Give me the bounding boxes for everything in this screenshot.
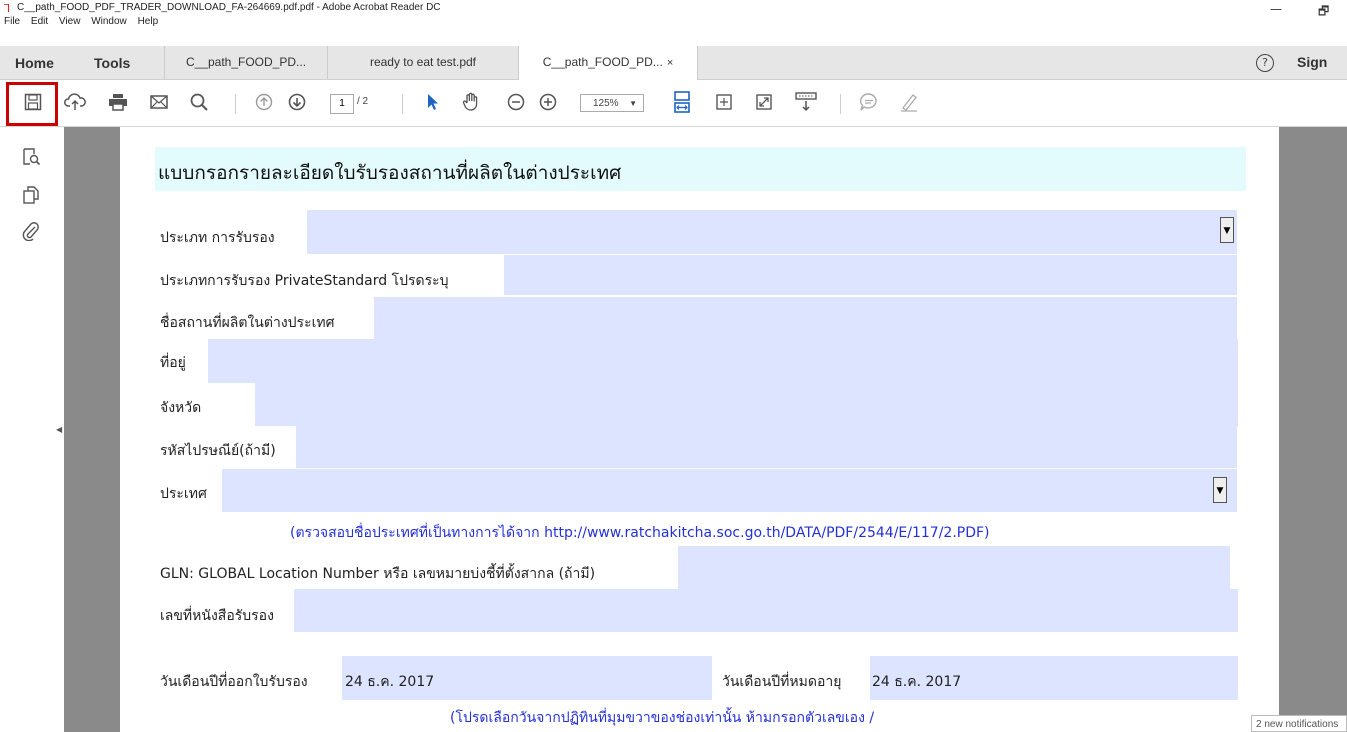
paperclip-icon[interactable] xyxy=(20,221,42,243)
document-tab-3[interactable]: C__path_FOOD_PD... × xyxy=(518,46,698,80)
facility-name-field[interactable] xyxy=(374,297,1237,340)
page-down-icon[interactable] xyxy=(286,91,308,113)
zoom-value: 125% xyxy=(593,98,619,109)
page-up-icon[interactable] xyxy=(253,91,275,113)
gln-field[interactable] xyxy=(678,546,1230,589)
facility-name-label: ชื่อสถานที่ผลิตในต่างประเทศ xyxy=(160,315,335,331)
minimize-button[interactable]: — xyxy=(1270,2,1282,16)
cert-type-dropdown-button[interactable]: ▼ xyxy=(1220,217,1234,243)
menu-bar: File Edit View Window Help xyxy=(0,16,162,30)
hand-icon[interactable] xyxy=(460,91,482,113)
notification-toast[interactable]: 2 new notifications xyxy=(1251,715,1347,732)
read-mode-icon[interactable] xyxy=(795,91,817,113)
search-icon[interactable] xyxy=(188,91,210,113)
expiry-date-label: วันเดือนปีที่หมดอายุ xyxy=(722,674,842,690)
pdf-page: แบบกรอกรายละเอียดใบรับรองสถานที่ผลิตในต่… xyxy=(120,127,1279,732)
issue-date-value: 24 ธ.ค. 2017 xyxy=(345,674,435,690)
menu-file[interactable]: File xyxy=(4,16,20,27)
help-icon[interactable]: ? xyxy=(1256,54,1274,72)
toolbar-divider xyxy=(402,94,403,114)
menu-edit[interactable]: Edit xyxy=(31,16,48,27)
postcode-field[interactable] xyxy=(296,425,1237,468)
toolbar-divider xyxy=(840,94,841,114)
cert-type-label: ประเภท การรับรอง xyxy=(160,230,275,246)
country-dropdown-button[interactable]: ▼ xyxy=(1213,477,1227,503)
toolbar-divider xyxy=(235,94,236,114)
document-tab-label: ready to eat test.pdf xyxy=(369,55,477,69)
document-gutter-right xyxy=(1279,127,1347,732)
attachments-pages-icon[interactable] xyxy=(20,185,42,207)
menu-window[interactable]: Window xyxy=(91,16,127,27)
page-number-input[interactable]: 1 xyxy=(330,94,354,114)
comment-icon[interactable] xyxy=(858,91,880,113)
fit-page-icon[interactable] xyxy=(713,91,735,113)
zoom-select[interactable]: 125% ▼ xyxy=(580,94,644,112)
province-field[interactable] xyxy=(255,382,1238,426)
country-select[interactable] xyxy=(222,469,1237,512)
close-tab-icon[interactable]: × xyxy=(667,57,673,69)
save-icon[interactable] xyxy=(22,91,44,113)
date-instruction-note: (โปรดเลือกวันจากปฏิทินที่มุมขวาของช่องเท… xyxy=(450,710,875,726)
address-label: ที่อยู่ xyxy=(160,355,186,371)
private-standard-field[interactable] xyxy=(504,255,1237,295)
chevron-down-icon: ▼ xyxy=(629,99,637,108)
form-heading: แบบกรอกรายละเอียดใบรับรองสถานที่ผลิตในต่… xyxy=(158,162,622,184)
address-field[interactable] xyxy=(208,339,1238,383)
left-navigation-pane xyxy=(0,127,64,732)
zoom-out-icon[interactable] xyxy=(505,91,527,113)
cert-type-select[interactable] xyxy=(307,210,1237,254)
document-tab-2[interactable]: ready to eat test.pdf xyxy=(327,46,518,79)
tab-bar: Home Tools C__path_FOOD_PD... ready to e… xyxy=(0,46,1347,80)
toolbar: 1 / 2 125% ▼ xyxy=(0,80,1347,127)
title-bar: ⅂ C__path_FOOD_PDF_TRADER_DOWNLOAD_FA-26… xyxy=(0,0,1347,30)
highlight-pen-icon[interactable] xyxy=(898,91,920,113)
sign-in-link[interactable]: Sign xyxy=(1297,54,1327,70)
document-tab-1[interactable]: C__path_FOOD_PD... xyxy=(164,46,327,79)
issue-date-label: วันเดือนปีที่ออกใบรับรอง xyxy=(160,674,308,690)
page-total: / 2 xyxy=(357,96,369,107)
document-tab-label: C__path_FOOD_PD... xyxy=(185,55,307,69)
gln-label: GLN: GLOBAL Location Number หรือ เลขหมาย… xyxy=(160,566,596,582)
acrobat-icon: ⅂ xyxy=(4,2,11,15)
print-icon[interactable] xyxy=(107,91,129,113)
fit-width-icon[interactable] xyxy=(671,91,693,113)
page-thumbnails-icon[interactable] xyxy=(20,147,42,169)
fullscreen-icon[interactable] xyxy=(753,91,775,113)
collapse-pane-icon[interactable]: ◀ xyxy=(56,425,62,434)
document-gutter-left: ◀ xyxy=(56,127,120,732)
cert-number-field[interactable] xyxy=(294,589,1238,632)
tab-tools[interactable]: Tools xyxy=(94,55,130,71)
country-reference-note[interactable]: (ตรวจสอบชื่อประเทศที่เป็นทางการได้จาก ht… xyxy=(290,522,990,544)
window-title: C__path_FOOD_PDF_TRADER_DOWNLOAD_FA-2646… xyxy=(17,2,441,13)
province-label: จังหวัด xyxy=(160,400,202,416)
select-arrow-icon[interactable] xyxy=(422,91,444,113)
menu-view[interactable]: View xyxy=(59,16,81,27)
zoom-in-icon[interactable] xyxy=(537,91,559,113)
expiry-date-value: 24 ธ.ค. 2017 xyxy=(872,674,962,690)
tab-home[interactable]: Home xyxy=(15,55,54,71)
restore-button[interactable]: 🗗 xyxy=(1318,2,1329,23)
menu-help[interactable]: Help xyxy=(138,16,159,27)
country-label: ประเทศ xyxy=(160,486,207,502)
upload-icon[interactable] xyxy=(64,91,86,113)
cert-number-label: เลขที่หนังสือรับรอง xyxy=(160,608,274,624)
document-tab-label: C__path_FOOD_PD... xyxy=(542,55,663,69)
email-icon[interactable] xyxy=(148,91,170,113)
postcode-label: รหัสไปรษณีย์(ถ้ามี) xyxy=(160,443,276,459)
private-standard-label: ประเภทการรับรอง PrivateStandard โปรดระบุ xyxy=(160,273,449,289)
